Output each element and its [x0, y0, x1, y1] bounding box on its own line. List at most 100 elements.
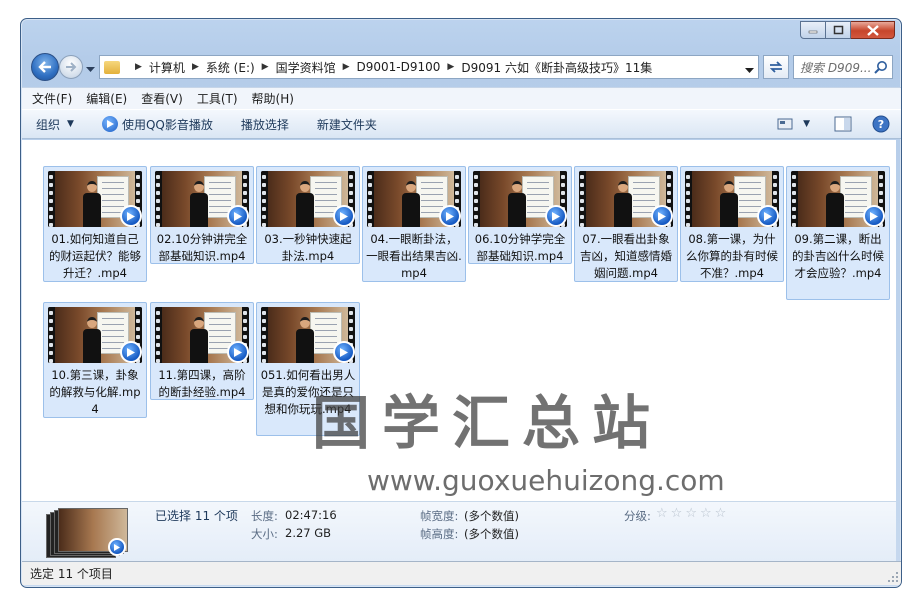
file-item[interactable]: 01.如何知道自己的财运起伏？能够升迁？.mp4	[43, 166, 147, 282]
rating-star-icon[interactable]: ☆	[685, 507, 697, 521]
chevron-down-icon: ▼	[67, 119, 74, 129]
maximize-button[interactable]	[826, 21, 851, 39]
breadcrumb-drive[interactable]: 系统 (E:)	[206, 59, 255, 76]
selection-thumbnail-stack	[46, 508, 130, 558]
qq-video-badge-icon	[439, 205, 461, 227]
minimize-button[interactable]	[800, 21, 826, 39]
frame-width-label: 帧宽度:	[420, 509, 459, 523]
selection-count: 已选择 11 个项	[155, 509, 238, 523]
resize-grip-icon[interactable]	[887, 571, 899, 583]
file-name: 01.如何知道自己的财运起伏？能够升迁？.mp4	[49, 232, 141, 280]
refresh-button[interactable]	[763, 55, 789, 79]
file-item[interactable]: 04.一眼断卦法，一眼看出结果吉凶.mp4	[362, 166, 466, 282]
view-controls: ▼ ?	[777, 115, 890, 133]
file-item[interactable]: 07.一眼看出卦象吉凶，知道感情婚姻问题.mp4	[574, 166, 678, 282]
breadcrumb-library[interactable]: 国学资料馆	[276, 59, 336, 76]
address-history-dropdown[interactable]	[745, 63, 754, 77]
breadcrumb-separator[interactable]: ▶	[343, 62, 350, 72]
breadcrumb-separator[interactable]: ▶	[262, 62, 269, 72]
qq-video-badge-icon	[757, 205, 779, 227]
menu-help[interactable]: 帮助(H)	[252, 90, 294, 107]
file-name: 09.第二课，断出的卦吉凶什么时候才会应验？.mp4	[792, 232, 884, 280]
new-folder-button[interactable]: 新建文件夹	[317, 116, 377, 133]
breadcrumb-range[interactable]: D9001-D9100	[357, 60, 441, 74]
search-placeholder: 搜索 D909...	[800, 60, 872, 75]
breadcrumb-separator[interactable]: ▶	[447, 62, 454, 72]
watermark-url: www.guoxuehuizong.com	[367, 464, 725, 497]
refresh-icon	[769, 61, 783, 73]
qq-video-badge-icon	[545, 205, 567, 227]
file-item[interactable]: 06.10分钟学完全部基础知识.mp4	[468, 166, 572, 264]
rating-star-icon[interactable]: ☆	[656, 507, 668, 521]
file-item[interactable]: 11.第四课，高阶的断卦经验.mp4	[150, 302, 254, 400]
qq-video-badge-icon	[333, 341, 355, 363]
view-mode-icon[interactable]	[777, 117, 793, 131]
menu-tools[interactable]: 工具(T)	[197, 90, 238, 107]
rating-stars[interactable]: ☆ ☆ ☆ ☆ ☆	[656, 507, 726, 521]
organize-button[interactable]: 组织 ▼	[36, 116, 74, 133]
maximize-icon	[833, 25, 843, 35]
view-dropdown-chevron-icon[interactable]: ▼	[803, 119, 810, 129]
close-icon	[866, 24, 879, 36]
status-text: 选定 11 个项目	[30, 567, 113, 581]
command-bar: 组织 ▼ 使用QQ影音播放 播放选择 新建文件夹 ▼ ?	[22, 109, 901, 139]
play-selection-button[interactable]: 播放选择	[241, 116, 289, 133]
address-row: ▶ 计算机 ▶ 系统 (E:) ▶ 国学资料馆 ▶ D9001-D9100 ▶ …	[29, 52, 895, 82]
help-icon[interactable]: ?	[872, 115, 890, 133]
back-button[interactable]	[31, 53, 59, 81]
organize-label: 组织	[36, 117, 61, 132]
rating-star-icon[interactable]: ☆	[700, 507, 712, 521]
svg-text:?: ?	[878, 118, 884, 131]
menu-bar: 文件(F) 编辑(E) 查看(V) 工具(T) 帮助(H)	[22, 87, 901, 109]
rating-star-icon[interactable]: ☆	[671, 507, 683, 521]
file-name: 08.第一课，为什么你算的卦有时候不准？.mp4	[686, 232, 778, 280]
file-name: 04.一眼断卦法，一眼看出结果吉凶.mp4	[366, 232, 462, 280]
breadcrumb-separator[interactable]: ▶	[135, 62, 142, 72]
recent-pages-dropdown[interactable]	[86, 62, 95, 76]
close-button[interactable]	[851, 21, 895, 39]
status-bar: 选定 11 个项目	[22, 561, 901, 585]
caption-buttons	[800, 21, 895, 39]
rating-star-icon[interactable]: ☆	[715, 507, 727, 521]
address-bar[interactable]: ▶ 计算机 ▶ 系统 (E:) ▶ 国学资料馆 ▶ D9001-D9100 ▶ …	[99, 55, 759, 79]
file-item[interactable]: 08.第一课，为什么你算的卦有时候不准？.mp4	[680, 166, 784, 282]
chevron-down-icon	[86, 67, 95, 72]
folder-icon	[104, 60, 120, 74]
watermark-title: 国学汇总站	[312, 389, 663, 457]
qq-video-badge-icon	[108, 538, 126, 556]
qq-video-badge-icon	[120, 205, 142, 227]
rating-label: 分级:	[624, 509, 651, 523]
menu-edit[interactable]: 编辑(E)	[86, 90, 127, 107]
length-value: 02:47:16	[285, 508, 337, 522]
size-value: 2.27 GB	[285, 526, 332, 540]
qq-video-badge-icon	[120, 341, 142, 363]
frame-height-label: 帧高度:	[420, 527, 459, 541]
file-name: 10.第三课，卦象的解救与化解.mp4	[49, 368, 141, 416]
breadcrumb-separator[interactable]: ▶	[192, 62, 199, 72]
file-view[interactable]: 01.如何知道自己的财运起伏？能够升迁？.mp4 02.10分钟讲完全部基础知识.…	[22, 140, 896, 586]
search-input[interactable]: 搜索 D909...	[793, 55, 893, 79]
breadcrumb: ▶ 计算机 ▶ 系统 (E:) ▶ 国学资料馆 ▶ D9001-D9100 ▶ …	[100, 56, 652, 78]
file-item[interactable]: 03.一秒钟快速起卦法.mp4	[256, 166, 360, 264]
forward-button[interactable]	[59, 55, 83, 79]
menu-view[interactable]: 查看(V)	[141, 90, 183, 107]
file-name: 06.10分钟学完全部基础知识.mp4	[474, 232, 566, 263]
qq-video-badge-icon	[227, 205, 249, 227]
breadcrumb-computer[interactable]: 计算机	[149, 59, 185, 76]
qq-video-badge-icon	[227, 341, 249, 363]
play-with-qq-button[interactable]: 使用QQ影音播放	[101, 116, 213, 133]
play-selection-label: 播放选择	[240, 117, 289, 132]
arrow-right-icon	[66, 62, 77, 72]
file-name: 11.第四课，高阶的断卦经验.mp4	[158, 368, 246, 399]
explorer-window: ▶ 计算机 ▶ 系统 (E:) ▶ 国学资料馆 ▶ D9001-D9100 ▶ …	[20, 18, 902, 588]
arrow-left-icon	[38, 61, 51, 73]
search-icon	[874, 61, 887, 74]
file-name: 03.一秒钟快速起卦法.mp4	[264, 232, 352, 263]
preview-pane-icon[interactable]	[834, 116, 852, 132]
file-item[interactable]: 10.第三课，卦象的解救与化解.mp4	[43, 302, 147, 418]
file-item[interactable]: 09.第二课，断出的卦吉凶什么时候才会应验？.mp4	[786, 166, 890, 300]
breadcrumb-current[interactable]: D9091 六如《断卦高级技巧》11集	[461, 59, 652, 76]
menu-file[interactable]: 文件(F)	[32, 90, 72, 107]
length-label: 长度:	[251, 509, 278, 523]
file-item[interactable]: 02.10分钟讲完全部基础知识.mp4	[150, 166, 254, 264]
